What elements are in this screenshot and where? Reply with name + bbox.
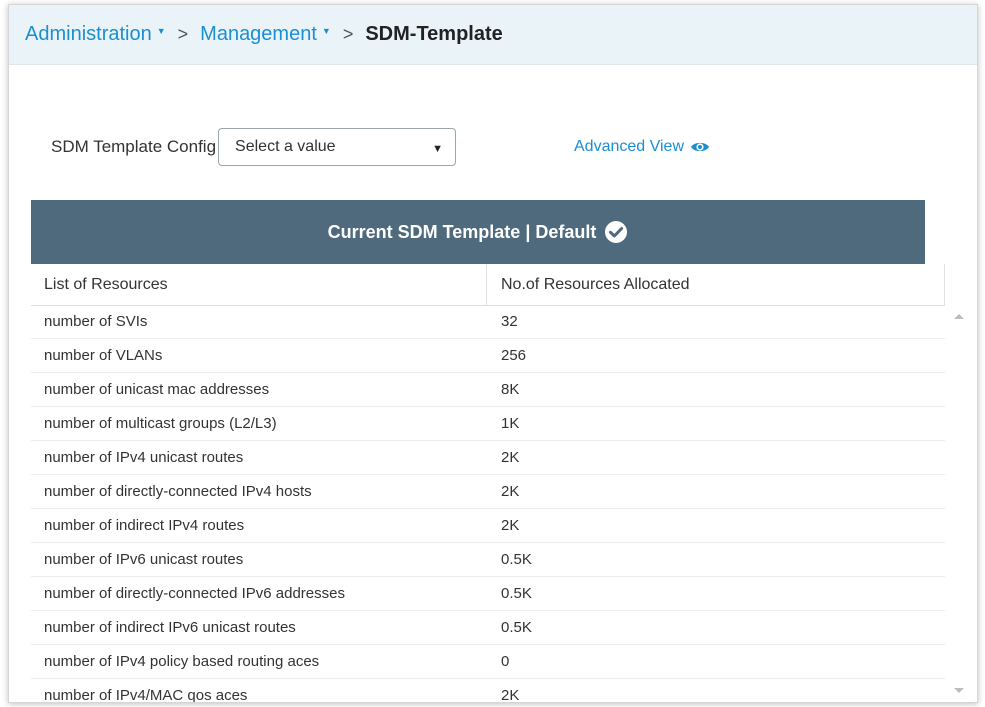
table-row: number of IPv4 unicast routes 2K bbox=[31, 441, 945, 475]
sdm-template-select-value: Select a value bbox=[235, 138, 336, 155]
resource-name: number of directly-connected IPv6 addres… bbox=[44, 585, 345, 602]
breadcrumb-management-label: Management bbox=[200, 23, 317, 45]
resource-name: number of IPv6 unicast routes bbox=[44, 551, 244, 568]
table-row: number of IPv6 unicast routes 0.5K bbox=[31, 543, 945, 577]
table-row: number of IPv4 policy based routing aces… bbox=[31, 645, 945, 679]
current-sdm-template-title: Current SDM Template | Default bbox=[327, 221, 597, 242]
table-body: number of SVIs 32 number of VLANs 256 numb… bbox=[31, 305, 945, 702]
resource-allocated: 8K bbox=[501, 381, 520, 398]
breadcrumb: Administration ▼ > Management ▼ > SDM-Temp… bbox=[9, 5, 977, 65]
resource-allocated: 32 bbox=[501, 313, 518, 330]
page-title: SDM-Template bbox=[365, 23, 503, 45]
resources-table: List of Resources No.of Resources Alloca… bbox=[31, 264, 973, 702]
column-header-allocated[interactable]: No.of Resources Allocated bbox=[487, 264, 945, 305]
resource-allocated: 0 bbox=[501, 653, 510, 670]
resource-name: number of indirect IPv4 routes bbox=[44, 517, 245, 534]
table-row: number of multicast groups (L2/L3) 1K bbox=[31, 407, 945, 441]
resource-allocated: 2K bbox=[501, 449, 520, 466]
table-row: number of unicast mac addresses 8K bbox=[31, 373, 945, 407]
resource-allocated: 256 bbox=[501, 347, 527, 364]
table-header: List of Resources No.of Resources Alloca… bbox=[31, 264, 973, 306]
advanced-view-link[interactable]: Advanced View bbox=[574, 138, 710, 156]
eye-icon bbox=[691, 142, 709, 152]
column-header-resources[interactable]: List of Resources bbox=[31, 264, 487, 305]
resource-allocated: 0.5K bbox=[501, 585, 532, 602]
table-row: number of indirect IPv6 unicast routes 0.… bbox=[31, 611, 945, 645]
resource-allocated: 2K bbox=[501, 483, 520, 500]
column-header-spacer bbox=[945, 264, 973, 305]
sdm-template-select[interactable]: Select a value ▼ bbox=[218, 128, 457, 166]
resource-allocated: 0.5K bbox=[501, 551, 532, 568]
caret-down-icon: ▼ bbox=[321, 26, 331, 36]
resource-name: number of SVIs bbox=[44, 313, 148, 330]
breadcrumb-management[interactable]: Management ▼ bbox=[200, 23, 331, 46]
advanced-view-label: Advanced View bbox=[574, 138, 684, 155]
resource-allocated: 0.5K bbox=[501, 619, 532, 636]
table-scrollbar[interactable] bbox=[945, 305, 973, 695]
scroll-up-icon[interactable] bbox=[954, 314, 964, 319]
table-row: number of directly-connected IPv4 hosts 2… bbox=[31, 475, 945, 509]
table-row: number of indirect IPv4 routes 2K bbox=[31, 509, 945, 543]
resource-name: number of directly-connected IPv4 hosts bbox=[44, 483, 312, 500]
scroll-down-icon[interactable] bbox=[954, 688, 964, 693]
resource-allocated: 2K bbox=[501, 687, 520, 702]
resource-name: number of VLANs bbox=[44, 347, 163, 364]
breadcrumb-administration-label: Administration bbox=[25, 23, 152, 45]
resource-name: number of IPv4 unicast routes bbox=[44, 449, 244, 466]
breadcrumb-separator: > bbox=[342, 24, 354, 44]
resource-name: number of IPv4 policy based routing aces bbox=[44, 653, 320, 670]
dropdown-arrow-icon: ▼ bbox=[432, 143, 444, 155]
sdm-template-config-row: SDM Template Config Select a value ▼ bbox=[51, 127, 457, 167]
table-row: number of directly-connected IPv6 addres… bbox=[31, 577, 945, 611]
resource-name: number of multicast groups (L2/L3) bbox=[44, 415, 277, 432]
resource-name: number of indirect IPv6 unicast routes bbox=[44, 619, 296, 636]
resource-name: number of unicast mac addresses bbox=[44, 381, 270, 398]
breadcrumb-administration[interactable]: Administration ▼ bbox=[25, 23, 166, 46]
breadcrumb-separator: > bbox=[177, 24, 189, 44]
caret-down-icon: ▼ bbox=[156, 26, 166, 36]
current-sdm-template-header: Current SDM Template | Default bbox=[31, 200, 925, 264]
resource-name: number of IPv4/MAC qos aces bbox=[44, 687, 248, 702]
sdm-template-window: Administration ▼ > Management ▼ > SDM-Temp… bbox=[8, 4, 978, 703]
table-row: number of IPv4/MAC qos aces 2K bbox=[31, 679, 945, 702]
resource-allocated: 1K bbox=[501, 415, 520, 432]
table-row: number of SVIs 32 bbox=[31, 305, 945, 339]
sdm-template-config-label: SDM Template Config bbox=[51, 137, 217, 156]
check-circle-icon bbox=[605, 221, 628, 243]
table-row: number of VLANs 256 bbox=[31, 339, 945, 373]
resource-allocated: 2K bbox=[501, 517, 520, 534]
